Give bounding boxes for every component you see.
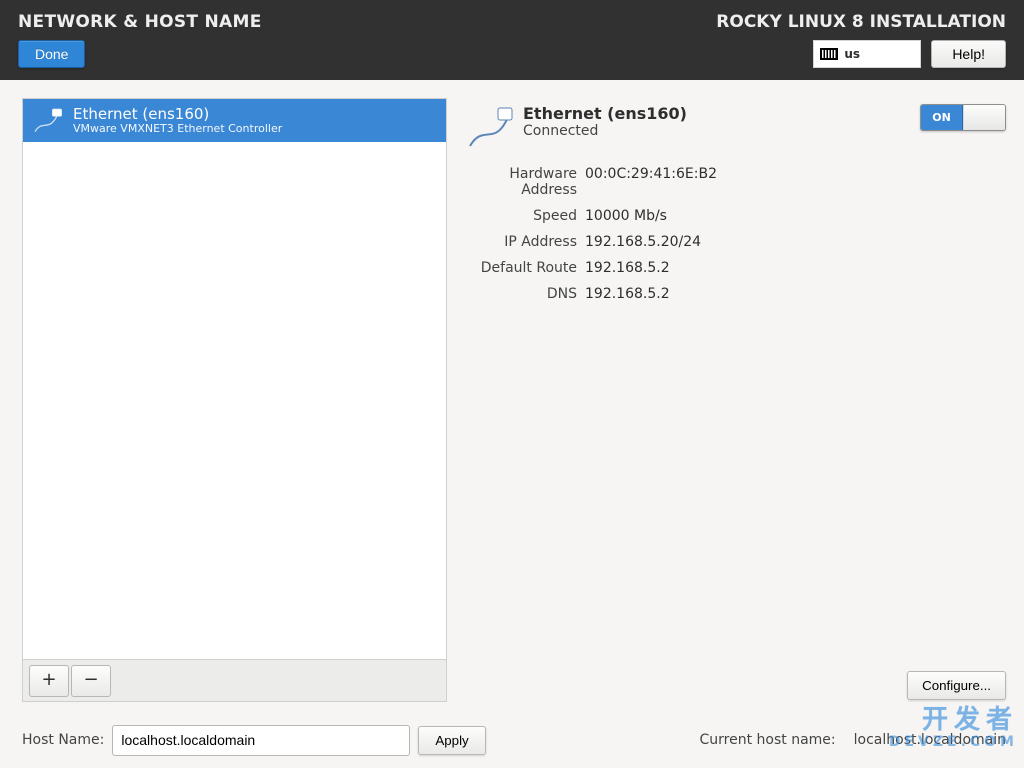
keyboard-icon xyxy=(820,48,838,60)
remove-device-button[interactable]: − xyxy=(71,665,111,697)
details-device-name: Ethernet (ens160) xyxy=(523,104,687,123)
current-hostname-value: localhost.localdomain xyxy=(854,732,1006,748)
device-item-ens160[interactable]: Ethernet (ens160) VMware VMXNET3 Etherne… xyxy=(23,99,446,142)
default-route-label: Default Route xyxy=(465,260,577,276)
dns-label: DNS xyxy=(465,286,577,302)
speed-value: 10000 Mb/s xyxy=(585,208,1006,224)
speed-label: Speed xyxy=(465,208,577,224)
installer-title: ROCKY LINUX 8 INSTALLATION xyxy=(716,12,1006,32)
keyboard-layout-indicator[interactable]: us xyxy=(813,40,921,68)
details-device-status: Connected xyxy=(523,123,687,139)
configure-button[interactable]: Configure... xyxy=(907,671,1006,700)
device-panel: Ethernet (ens160) VMware VMXNET3 Etherne… xyxy=(22,98,447,702)
top-bar-left: NETWORK & HOST NAME Done xyxy=(18,4,262,72)
main-row: Ethernet (ens160) VMware VMXNET3 Etherne… xyxy=(22,98,1006,702)
top-bar: NETWORK & HOST NAME Done ROCKY LINUX 8 I… xyxy=(0,0,1024,80)
toggle-knob xyxy=(963,105,1005,130)
hw-address-label: Hardware Address xyxy=(465,166,577,198)
keyboard-layout-label: us xyxy=(844,47,860,61)
ethernet-icon xyxy=(31,105,63,137)
device-list-toolbar: + − xyxy=(23,659,446,701)
hw-address-value: 00:0C:29:41:6E:B2 xyxy=(585,166,1006,198)
configure-row: Configure... xyxy=(465,671,1006,702)
help-button[interactable]: Help! xyxy=(931,40,1006,68)
ip-address-value: 192.168.5.20/24 xyxy=(585,234,1006,250)
top-bar-right: ROCKY LINUX 8 INSTALLATION us Help! xyxy=(716,4,1006,72)
hostname-input[interactable] xyxy=(112,725,410,756)
hostname-row: Host Name: Apply Current host name: loca… xyxy=(22,702,1006,758)
toggle-on-label: ON xyxy=(921,105,963,130)
dns-value: 192.168.5.2 xyxy=(585,286,1006,302)
ethernet-icon xyxy=(465,104,515,152)
device-details: Ethernet (ens160) Connected ON Hardware … xyxy=(465,98,1006,702)
details-info-table: Hardware Address 00:0C:29:41:6E:B2 Speed… xyxy=(465,166,1006,302)
apply-button[interactable]: Apply xyxy=(418,726,485,755)
hostname-label: Host Name: xyxy=(22,732,104,748)
add-device-button[interactable]: + xyxy=(29,665,69,697)
device-item-name: Ethernet (ens160) xyxy=(73,106,282,123)
default-route-value: 192.168.5.2 xyxy=(585,260,1006,276)
done-button[interactable]: Done xyxy=(18,40,85,68)
current-hostname-label: Current host name: xyxy=(700,732,836,748)
device-list[interactable]: Ethernet (ens160) VMware VMXNET3 Etherne… xyxy=(23,99,446,659)
page-title: NETWORK & HOST NAME xyxy=(18,12,262,32)
details-header-text: Ethernet (ens160) Connected xyxy=(523,104,687,139)
ip-address-label: IP Address xyxy=(465,234,577,250)
details-header: Ethernet (ens160) Connected ON xyxy=(465,104,1006,152)
device-item-desc: VMware VMXNET3 Ethernet Controller xyxy=(73,123,282,136)
device-item-text: Ethernet (ens160) VMware VMXNET3 Etherne… xyxy=(73,106,282,136)
content-area: Ethernet (ens160) VMware VMXNET3 Etherne… xyxy=(0,80,1024,768)
connection-toggle[interactable]: ON xyxy=(920,104,1006,131)
